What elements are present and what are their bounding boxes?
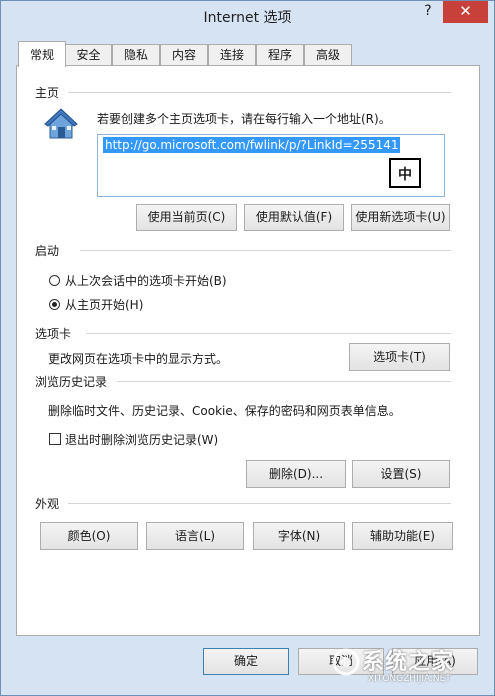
tab-security[interactable]: 安全 <box>65 44 112 65</box>
startup-last-session-label: 从上次会话中的选项卡开始(B) <box>65 274 227 288</box>
colors-button[interactable]: 颜色(O) <box>40 522 138 550</box>
appearance-section-title: 外观 <box>35 497 60 511</box>
home-instruction: 若要创建多个主页选项卡，请在每行输入一个地址(R)。 <box>97 112 391 126</box>
startup-section-title: 启动 <box>35 244 60 258</box>
tab-general[interactable]: 常规 <box>18 41 66 67</box>
startup-divider <box>80 250 451 251</box>
tabs-section-title: 选项卡 <box>35 327 72 341</box>
startup-home-page-radio[interactable] <box>49 299 60 310</box>
accessibility-button[interactable]: 辅助功能(E) <box>352 522 453 550</box>
home-icon <box>44 108 78 139</box>
startup-home-page-label: 从主页开始(H) <box>65 298 144 312</box>
close-button[interactable]: ✕ <box>443 1 488 23</box>
use-default-button[interactable]: 使用默认值(F) <box>244 204 344 231</box>
tabs-divider <box>86 333 451 334</box>
history-settings-button[interactable]: 设置(S) <box>352 460 450 488</box>
tabs-description: 更改网页在选项卡中的显示方式。 <box>48 352 229 366</box>
use-current-button[interactable]: 使用当前页(C) <box>136 204 237 231</box>
home-divider <box>68 92 451 93</box>
tab-content[interactable]: 内容 <box>160 44 208 65</box>
history-divider <box>117 381 451 382</box>
apply-button[interactable]: 应用(A) <box>392 648 478 675</box>
home-url-text: http://go.microsoft.com/fwlink/p/?LinkId… <box>103 137 401 153</box>
tab-programs[interactable]: 程序 <box>256 44 304 65</box>
use-new-tab-button[interactable]: 使用新选项卡(U) <box>351 204 450 231</box>
tab-privacy[interactable]: 隐私 <box>112 44 160 65</box>
delete-on-exit-label: 退出时删除浏览历史记录(W) <box>65 433 219 447</box>
cancel-button[interactable]: 取消 <box>298 648 384 675</box>
delete-on-exit-checkbox[interactable] <box>49 433 61 445</box>
tab-connections[interactable]: 连接 <box>208 44 256 65</box>
home-section-title: 主页 <box>35 86 60 100</box>
history-description: 删除临时文件、历史记录、Cookie、保存的密码和网页表单信息。 <box>48 404 401 418</box>
ok-button[interactable]: 确定 <box>203 648 289 675</box>
fonts-button[interactable]: 字体(N) <box>253 522 345 550</box>
history-section-title: 浏览历史记录 <box>35 375 108 389</box>
help-button[interactable]: ? <box>415 1 441 23</box>
appearance-divider <box>68 503 451 504</box>
startup-last-session-radio[interactable] <box>49 275 60 286</box>
languages-button[interactable]: 语言(L) <box>146 522 244 550</box>
ime-indicator: 中 <box>389 158 421 188</box>
tabs-button[interactable]: 选项卡(T) <box>349 343 450 371</box>
tab-advanced[interactable]: 高级 <box>304 44 352 65</box>
delete-history-button[interactable]: 删除(D)... <box>246 460 346 488</box>
